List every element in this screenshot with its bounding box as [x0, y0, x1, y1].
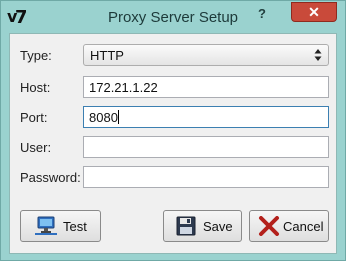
password-label: Password: — [20, 170, 81, 185]
close-icon: ✕ — [308, 4, 320, 20]
dialog-body: Type: HTTP Host: 172.21.1.22 Port: 8080 … — [9, 33, 337, 254]
computer-network-icon — [35, 216, 57, 235]
test-button[interactable]: Test — [20, 210, 101, 242]
cancel-button-label: Cancel — [283, 219, 324, 234]
save-button-label: Save — [203, 219, 233, 234]
cancel-x-icon — [259, 216, 279, 236]
host-label: Host: — [20, 80, 51, 95]
cancel-button[interactable]: Cancel — [249, 210, 329, 242]
text-caret — [117, 110, 119, 124]
port-label: Port: — [20, 110, 48, 125]
user-label: User: — [20, 140, 52, 155]
host-input[interactable]: 172.21.1.22 — [83, 76, 329, 98]
port-input-value: 8080 — [89, 110, 118, 125]
save-button[interactable]: Save — [163, 210, 242, 242]
close-button[interactable]: ✕ — [291, 2, 337, 22]
type-select-value: HTTP — [90, 48, 124, 63]
test-button-label: Test — [63, 219, 87, 234]
password-input[interactable] — [83, 166, 329, 188]
type-label: Type: — [20, 48, 52, 63]
host-input-value: 172.21.1.22 — [89, 80, 158, 95]
port-input[interactable]: 8080 — [83, 106, 329, 128]
proxy-setup-window: v 7 Proxy Server Setup ? ✕ Type: HTTP Ho… — [0, 0, 346, 261]
floppy-disk-icon — [176, 216, 196, 236]
title-bar[interactable]: v 7 Proxy Server Setup ? ✕ — [1, 1, 345, 32]
user-input[interactable] — [83, 136, 329, 158]
help-button[interactable]: ? — [258, 6, 266, 21]
up-down-arrows-icon — [314, 49, 322, 61]
type-select[interactable]: HTTP — [83, 44, 329, 66]
